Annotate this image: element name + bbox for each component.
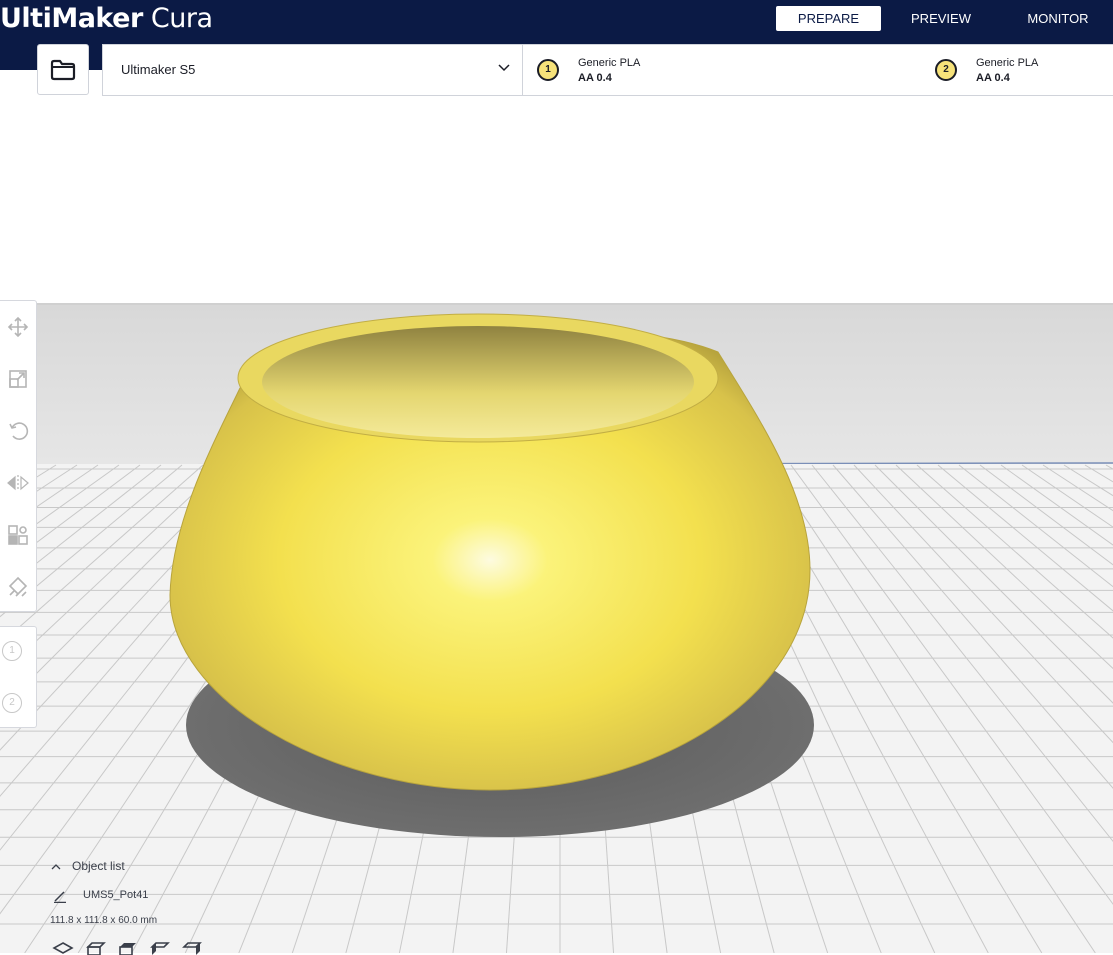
extruder-1-badge: 1: [537, 59, 559, 81]
extruder-1-config[interactable]: 1 Generic PLA AA 0.4: [537, 45, 837, 95]
open-file-button[interactable]: [37, 44, 89, 95]
extruder-1-selector[interactable]: 1: [2, 641, 22, 661]
object-list-label: Object list: [72, 859, 125, 873]
printer-name: Ultimaker S5: [121, 62, 196, 77]
mirror-tool[interactable]: [0, 463, 36, 503]
app-header: UltiMaker Cura PREPARE PREVIEW MONITOR: [0, 0, 1113, 44]
object-dimensions: 111.8 x 111.8 x 60.0 mm: [50, 915, 158, 926]
extruder-2-badge: 2: [935, 59, 957, 81]
scene: [0, 96, 1113, 953]
chevron-down-icon: [498, 64, 510, 72]
per-model-settings-tool[interactable]: [0, 515, 36, 555]
extruder-1-material: Generic PLA: [578, 57, 641, 69]
folder-icon: [50, 59, 76, 80]
mirror-icon: [7, 475, 29, 491]
rotate-tool[interactable]: [0, 411, 36, 451]
extruder-tool-panel: 1 2: [0, 626, 37, 728]
scene-background: [0, 96, 1113, 303]
app-brand: UltiMaker: [0, 3, 143, 34]
tool-panel: [0, 300, 37, 612]
object-name: UMS5_Pot41: [83, 889, 149, 901]
move-icon: [7, 316, 29, 338]
support-blocker-tool[interactable]: [0, 567, 36, 607]
extruder-2-selector[interactable]: 2: [2, 693, 22, 713]
printer-toolbar: Ultimaker S5 1 Generic PLA AA 0.4 2 Gene…: [102, 44, 1113, 96]
tab-preview[interactable]: PREVIEW: [890, 6, 992, 31]
3d-viewport[interactable]: [0, 96, 1113, 953]
pot-opening: [262, 326, 694, 438]
app-product: Cura: [150, 3, 213, 34]
scale-icon: [9, 370, 27, 388]
rotate-icon: [9, 422, 29, 440]
extruder-2-material: Generic PLA: [976, 57, 1039, 69]
printer-selector[interactable]: Ultimaker S5: [103, 45, 523, 95]
scale-tool[interactable]: [0, 359, 36, 399]
object-list-toggle[interactable]: Object list: [50, 859, 125, 873]
move-tool[interactable]: [0, 307, 36, 347]
per-model-settings-icon: [8, 525, 28, 545]
tab-prepare[interactable]: PREPARE: [776, 6, 881, 31]
chevron-up-icon: [51, 863, 61, 870]
extruder-2-nozzle: AA 0.4: [976, 72, 1010, 84]
support-blocker-icon: [8, 576, 28, 597]
extruder-2-config[interactable]: 2 Generic PLA AA 0.4: [935, 45, 1113, 95]
tab-monitor[interactable]: MONITOR: [1008, 6, 1108, 31]
app-logo: UltiMaker Cura: [0, 3, 213, 34]
extruder-1-nozzle: AA 0.4: [578, 72, 612, 84]
pencil-icon[interactable]: [53, 889, 67, 903]
